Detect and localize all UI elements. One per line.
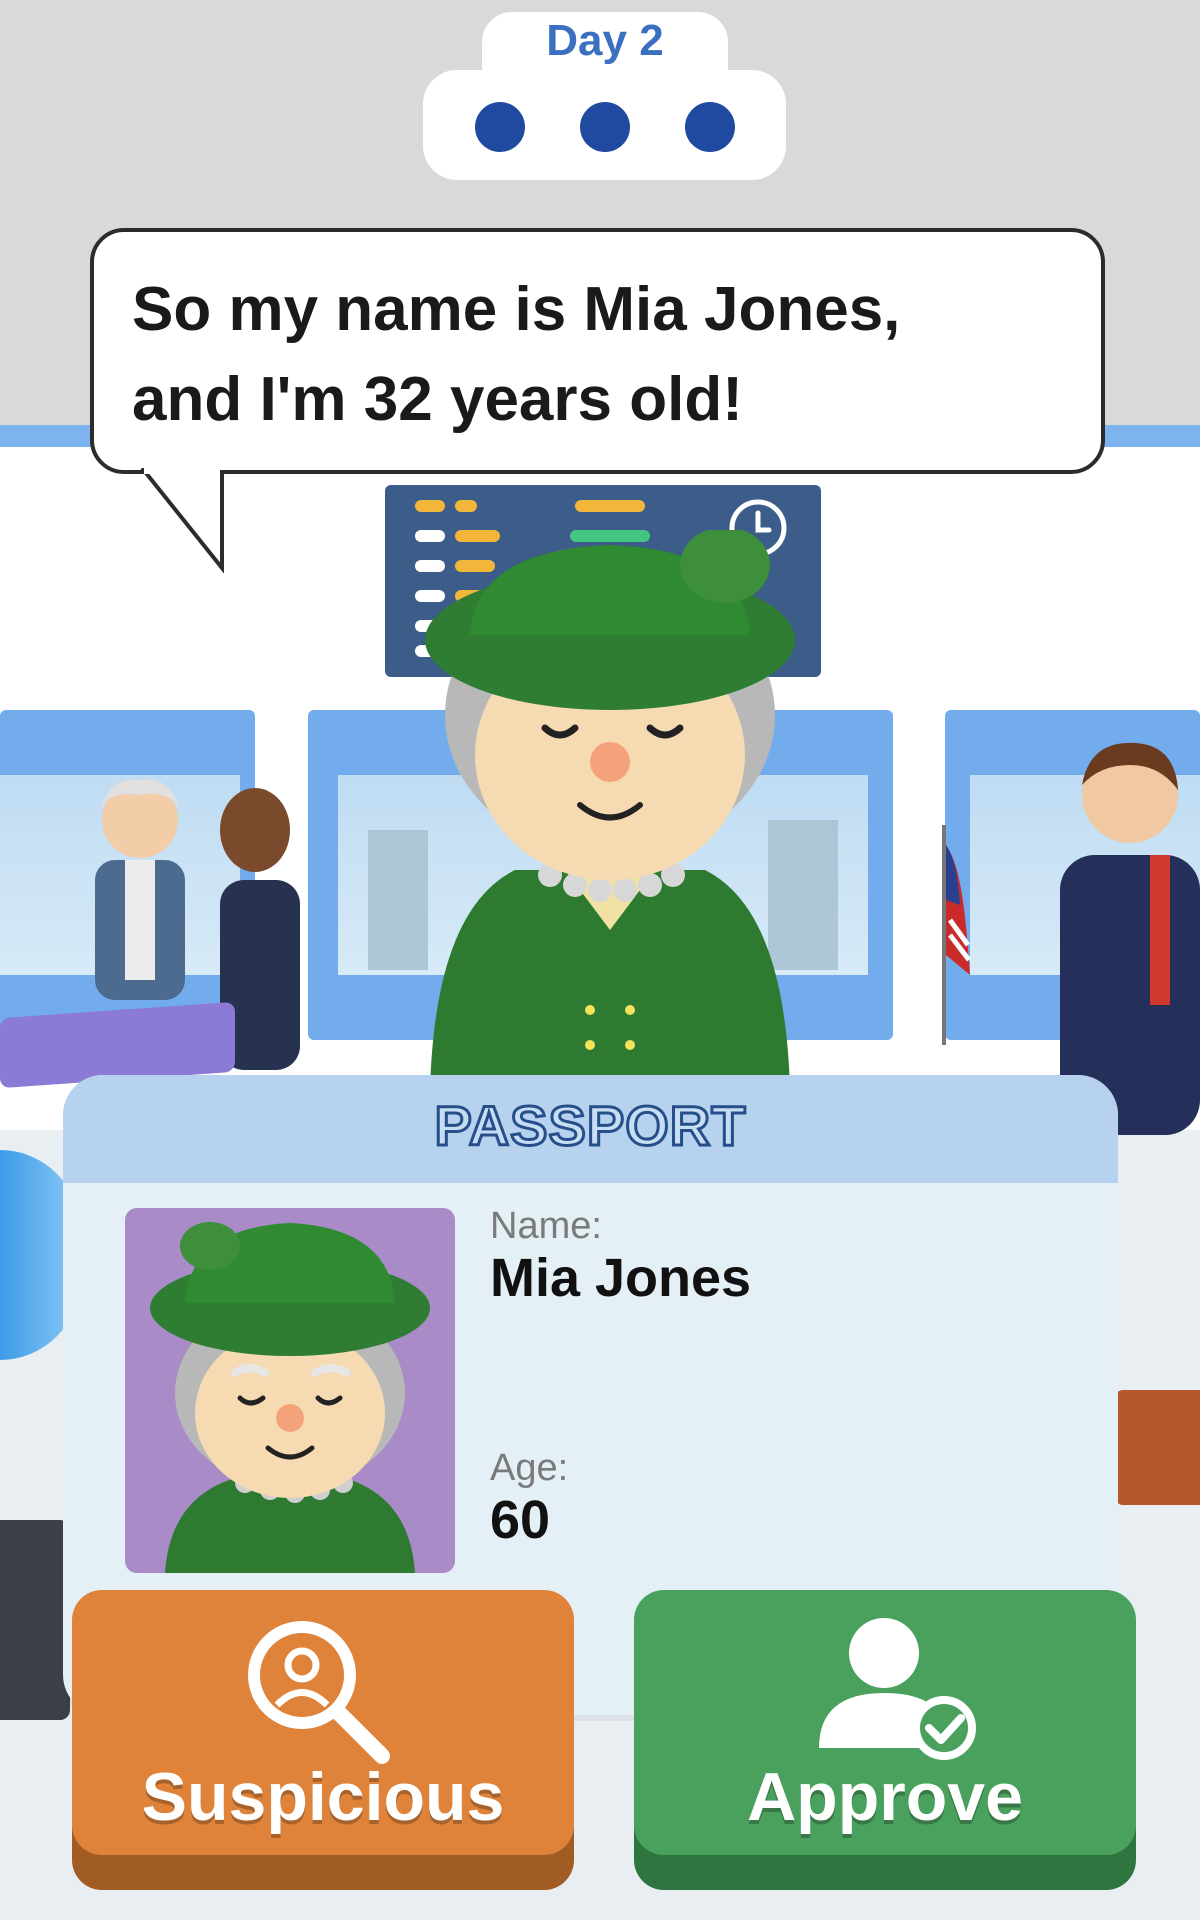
passport-photo [125,1208,455,1573]
passenger-old-man [95,779,185,1000]
day-progress-dot [685,102,735,152]
speech-line-2: and I'm 32 years old! [132,365,743,434]
flag-icon [942,825,971,1045]
traveler-character [425,530,795,1090]
day-label: Day 2 [546,16,664,65]
speech-text: So my name is Mia Jones, and I'm 32 year… [132,265,1072,445]
magnifier-person-icon [248,1621,390,1764]
day-progress-dot [580,102,630,152]
name-value: Mia Jones [490,1248,752,1308]
speech-bubble-tail [140,468,224,573]
approve-label: Approve [747,1759,1023,1835]
approve-button[interactable]: Approve [634,1590,1136,1855]
age-label: Age: [490,1447,569,1489]
suspicious-label: Suspicious [141,1759,505,1835]
suspicious-button[interactable]: Suspicious [72,1590,574,1855]
age-value: 60 [490,1490,551,1550]
speech-line-1: So my name is Mia Jones, [132,275,901,344]
keyboard [0,1520,70,1720]
person-check-icon [819,1618,976,1760]
name-label: Name: [490,1205,602,1247]
traveler-portrait [150,1222,430,1573]
day-progress-dot [475,102,525,152]
counter-right [1115,1390,1200,1505]
passport-title: PASSPORT [433,1093,747,1159]
